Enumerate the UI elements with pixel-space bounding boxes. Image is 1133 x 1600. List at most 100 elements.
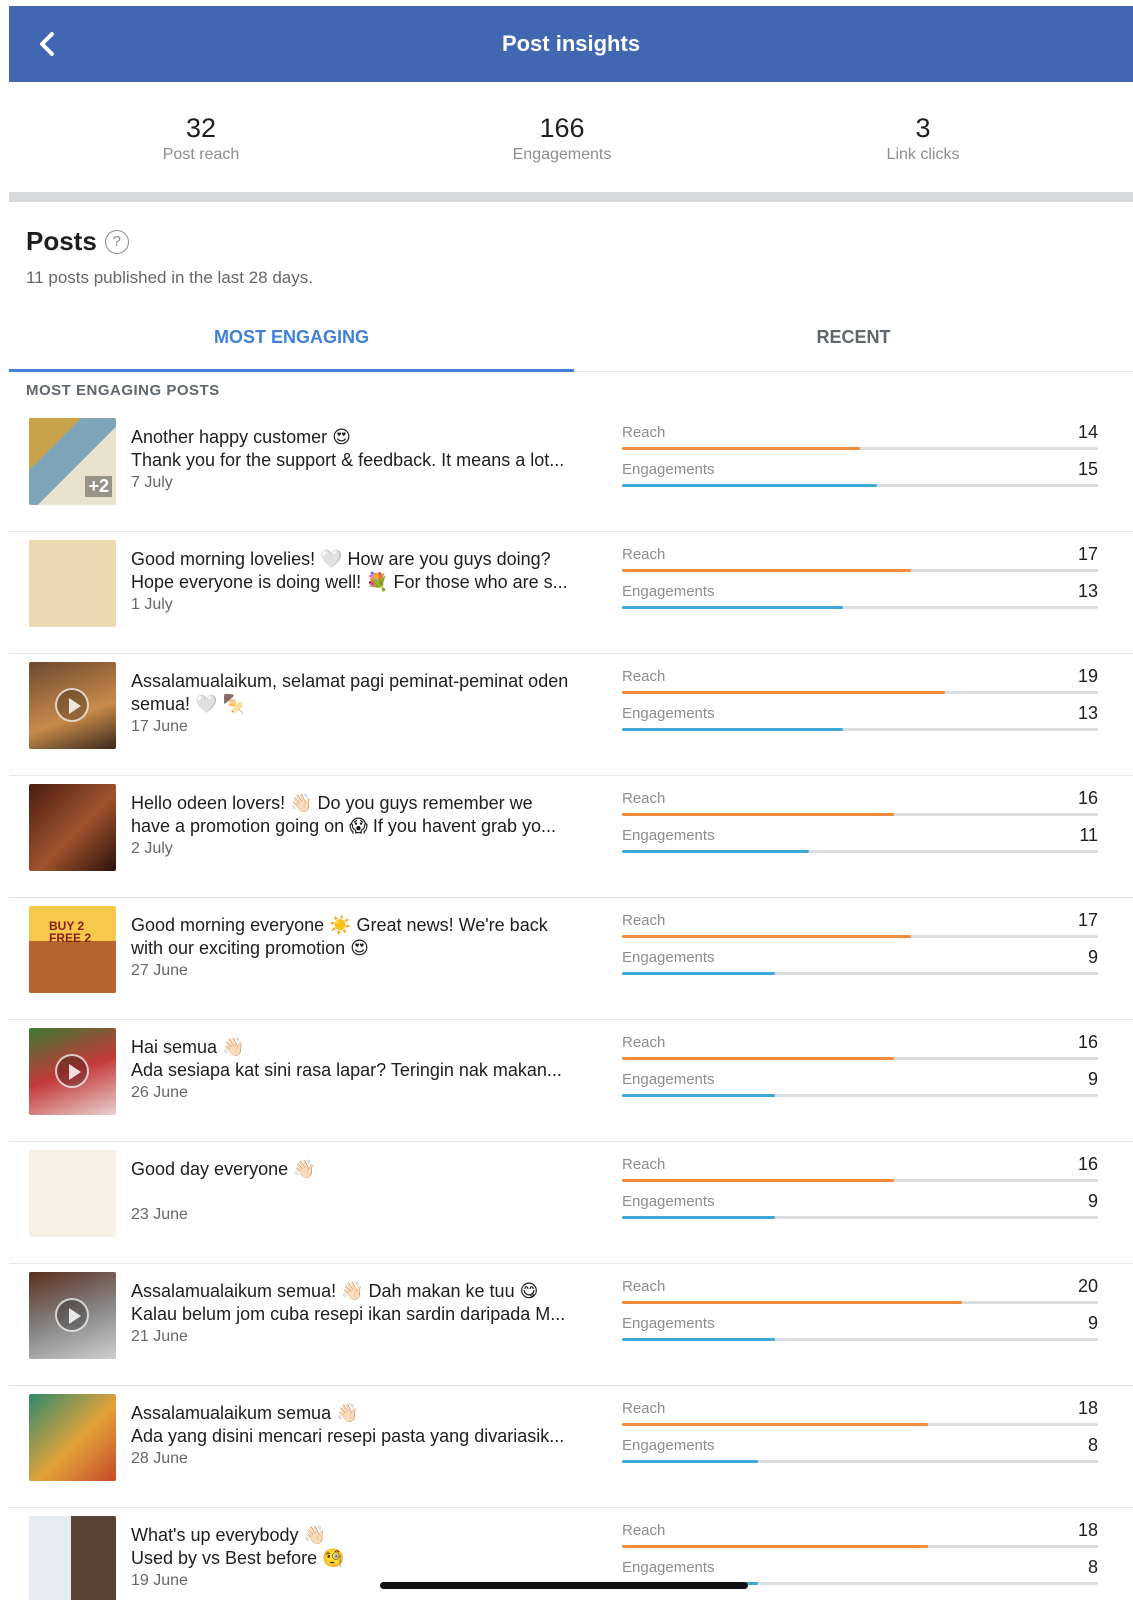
metric-bar-fill [622, 447, 860, 450]
metric-reach: Reach 20 [622, 1276, 1098, 1315]
post-metrics: Reach 20 Engagements 9 [622, 1276, 1098, 1352]
post-text: Good day everyone 👋🏻 23 June [131, 1158, 615, 1226]
tab-recent[interactable]: RECENT [574, 318, 1133, 372]
metric-engagements: Engagements 9 [622, 1191, 1098, 1230]
post-caption-line2 [131, 1181, 615, 1204]
post-row[interactable]: Hai semua 👋🏻 Ada sesiapa kat sini rasa la… [9, 1020, 1133, 1142]
metric-bar-track [622, 972, 1098, 975]
stat-value: 166 [539, 113, 585, 143]
metric-bar-track [622, 1094, 1098, 1097]
post-date: 1 July [131, 596, 173, 613]
post-caption-line2: Used by vs Best before 🧐 [131, 1548, 345, 1568]
post-caption-line2: Hope everyone is doing well! 💐 For those… [131, 572, 568, 592]
metric-bar-fill [622, 1301, 962, 1304]
metric-value: 16 [1077, 788, 1098, 808]
help-icon[interactable]: ? [104, 229, 129, 254]
post-row[interactable]: Hello odeen lovers! 👋🏻 Do you guys remem… [9, 776, 1133, 898]
metric-bar-fill [622, 850, 809, 853]
metric-bar-track [622, 1301, 1098, 1304]
play-icon [55, 1298, 89, 1332]
metric-engagements: Engagements 9 [622, 1313, 1098, 1352]
metric-bar-track [622, 1057, 1098, 1060]
app-header: Post insights [9, 6, 1133, 82]
metric-bar-track [622, 1423, 1098, 1426]
post-caption-line2: Kalau belum jom cuba resepi ikan sardin … [131, 1304, 566, 1324]
metric-reach: Reach 16 [622, 788, 1098, 827]
metric-value: 13 [1077, 703, 1098, 723]
stat-value: 32 [185, 113, 217, 143]
post-thumbnail: BUY 2 FREE 2 [29, 906, 116, 993]
post-thumbnail [29, 784, 116, 871]
metric-reach: Reach 17 [622, 910, 1098, 949]
metric-engagements: Engagements 8 [622, 1435, 1098, 1474]
metric-bar-fill [622, 1338, 775, 1341]
metric-label: Engagements [622, 1193, 715, 1210]
post-caption-line1: Good morning lovelies! 🤍 How are you guy… [131, 549, 551, 569]
post-date: 27 June [131, 962, 188, 979]
metric-bar-fill [622, 972, 775, 975]
metric-value: 9 [1087, 947, 1098, 967]
post-date: 17 June [131, 718, 188, 735]
metric-bar-track [622, 606, 1098, 609]
post-date: 26 June [131, 1084, 188, 1101]
metric-reach: Reach 16 [622, 1154, 1098, 1193]
tab-most-engaging[interactable]: MOST ENGAGING [9, 318, 574, 372]
post-row[interactable]: Good morning lovelies! 🤍 How are you guy… [9, 532, 1133, 654]
metric-label: Reach [622, 546, 666, 563]
metric-bar-fill [622, 728, 843, 731]
posts-subtitle: 11 posts published in the last 28 days. [26, 268, 313, 287]
post-row[interactable]: Assalamualaikum semua 👋🏻 Ada yang disini … [9, 1386, 1133, 1508]
post-caption-line1: Hello odeen lovers! 👋🏻 Do you guys remem… [131, 793, 533, 813]
promo-badge-text: BUY 2 FREE 2 [49, 919, 92, 945]
metric-reach: Reach 19 [622, 666, 1098, 705]
post-caption-line1: Good day everyone 👋🏻 [131, 1159, 316, 1179]
post-caption-line1: Hai semua 👋🏻 [131, 1037, 245, 1057]
metric-label: Reach [622, 790, 666, 807]
metric-label: Engagements [622, 461, 715, 478]
post-caption-line2: with our exciting promotion 😍 [131, 938, 369, 958]
post-text: Another happy customer 😍 Thank you for th… [131, 426, 615, 494]
metric-bar-track [622, 484, 1098, 487]
post-row[interactable]: Assalamualaikum, selamat pagi peminat-pe… [9, 654, 1133, 776]
stat-value: 3 [915, 113, 931, 143]
metric-value: 16 [1077, 1154, 1098, 1174]
more-images-badge: +2 [85, 476, 112, 497]
list-section-label: MOST ENGAGING POSTS [26, 382, 220, 399]
post-row[interactable]: Assalamualaikum semua! 👋🏻 Dah makan ke t… [9, 1264, 1133, 1386]
metric-bar-track [622, 935, 1098, 938]
post-date: 23 June [131, 1206, 188, 1223]
metric-label: Engagements [622, 1315, 715, 1332]
post-metrics: Reach 16 Engagements 9 [622, 1032, 1098, 1108]
post-caption-line2: semua! 🤍 🍢 [131, 694, 245, 714]
post-row[interactable]: +2 Another happy customer 😍 Thank you for … [9, 410, 1133, 532]
metric-bar-fill [622, 1057, 894, 1060]
post-date: 2 July [131, 840, 173, 857]
metric-value: 8 [1087, 1557, 1098, 1577]
post-caption-line2: Ada yang disini mencari resepi pasta yan… [131, 1426, 565, 1446]
post-thumbnail [29, 540, 116, 627]
stat-label: Post reach [162, 146, 240, 163]
post-row[interactable]: Good day everyone 👋🏻 23 June Reach 16 Engag… [9, 1142, 1133, 1264]
post-thumbnail [29, 1150, 116, 1237]
post-list: +2 Another happy customer 😍 Thank you for … [9, 410, 1133, 1600]
play-icon [55, 688, 89, 722]
metric-label: Engagements [622, 1071, 715, 1088]
post-caption-line1: What's up everybody 👋🏻 [131, 1525, 326, 1545]
post-caption-line2: have a promotion going on 😱 If you haven… [131, 816, 557, 836]
metric-bar-fill [622, 1545, 928, 1548]
metric-bar-fill [622, 691, 945, 694]
post-metrics: Reach 17 Engagements 9 [622, 910, 1098, 986]
metric-engagements: Engagements 11 [622, 825, 1098, 864]
metric-bar-track [622, 1338, 1098, 1341]
post-metrics: Reach 18 Engagements 8 [622, 1398, 1098, 1474]
post-row[interactable]: BUY 2 FREE 2 Good morning everyone ☀️ Gre… [9, 898, 1133, 1020]
metric-bar-track [622, 813, 1098, 816]
posts-heading: Posts ? [26, 226, 129, 257]
metric-value: 9 [1087, 1191, 1098, 1211]
metric-label: Reach [622, 668, 666, 685]
post-caption-line1: Good morning everyone ☀️ Great news! We'… [131, 915, 548, 935]
metric-label: Reach [622, 1400, 666, 1417]
metric-label: Reach [622, 912, 666, 929]
post-thumbnail [29, 662, 116, 749]
metric-label: Reach [622, 1278, 666, 1295]
